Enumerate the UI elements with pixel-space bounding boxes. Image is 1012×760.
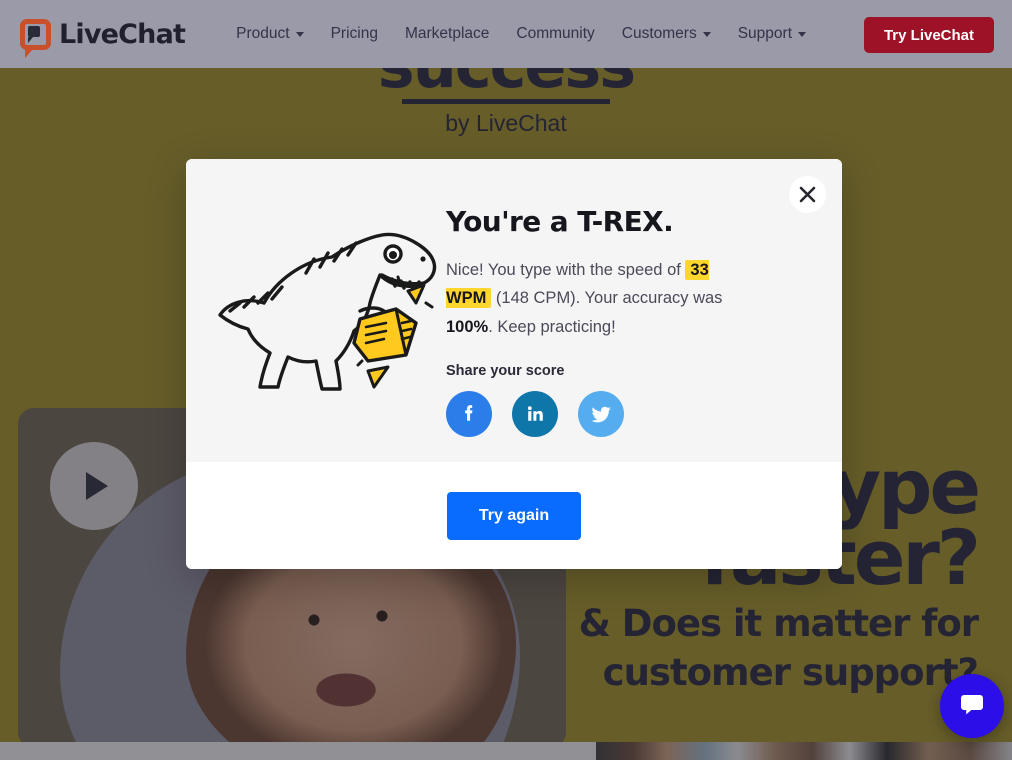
trex-reading-illustration	[186, 159, 446, 416]
nav-item-product-label: Product	[236, 25, 290, 42]
nav-item-community[interactable]: Community	[516, 25, 594, 43]
share-facebook-button[interactable]	[446, 391, 492, 438]
modal-footer: Try again	[186, 462, 842, 569]
modal-upper-section: You're a T-REX. Nice! You type with the …	[186, 159, 842, 462]
top-navigation-bar: LiveChat Product Pricing Marketplace Com…	[0, 0, 1012, 68]
desc-part-2: (148 CPM). Your accuracy was	[491, 289, 723, 308]
nav-item-pricing[interactable]: Pricing	[331, 25, 378, 43]
nav-item-support[interactable]: Support	[737, 25, 807, 43]
close-icon[interactable]	[789, 176, 826, 213]
chat-widget-button[interactable]	[940, 674, 1004, 738]
screen: success by LiveChat ype faster? & Does i…	[0, 0, 1012, 760]
desc-part-1: Nice! You type with the speed of	[446, 261, 686, 279]
chevron-down-icon	[798, 31, 807, 37]
nav-item-marketplace-label: Marketplace	[404, 25, 490, 42]
nav-item-marketplace[interactable]: Marketplace	[405, 25, 489, 43]
nav-item-customers-label: Customers	[621, 25, 697, 42]
nav-links: Product Pricing Marketplace Community Cu…	[236, 25, 807, 43]
nav-item-pricing-label: Pricing	[330, 25, 378, 42]
brand-name: LiveChat	[59, 18, 186, 50]
share-your-score-label: Share your score	[446, 363, 565, 380]
nav-item-customers[interactable]: Customers	[622, 25, 711, 43]
linkedin-icon	[523, 402, 547, 426]
share-linkedin-button[interactable]	[512, 391, 558, 438]
twitter-icon	[589, 402, 614, 427]
typing-result-modal: You're a T-REX. Nice! You type with the …	[186, 159, 842, 569]
chevron-down-icon	[295, 31, 304, 37]
share-buttons-row	[446, 391, 736, 438]
chat-bubble-icon	[957, 690, 987, 723]
livechat-logo-icon	[20, 18, 51, 58]
try-livechat-button[interactable]: Try LiveChat	[863, 17, 994, 53]
try-again-button[interactable]: Try again	[446, 491, 582, 540]
desc-part-3: . Keep practicing!	[488, 317, 616, 336]
modal-copy: You're a T-REX. Nice! You type with the …	[446, 159, 776, 438]
chevron-down-icon	[702, 31, 711, 37]
modal-description: Nice! You type with the speed of 33 WPM …	[446, 256, 736, 341]
brand-logo[interactable]: LiveChat	[20, 18, 186, 58]
nav-item-product[interactable]: Product	[236, 25, 304, 43]
nav-item-support-label: Support	[737, 25, 793, 42]
share-twitter-button[interactable]	[578, 391, 624, 438]
accuracy-value: 100%	[446, 317, 489, 336]
modal-title: You're a T-REX.	[446, 205, 674, 238]
nav-item-community-label: Community	[516, 25, 595, 42]
facebook-icon	[457, 402, 481, 426]
